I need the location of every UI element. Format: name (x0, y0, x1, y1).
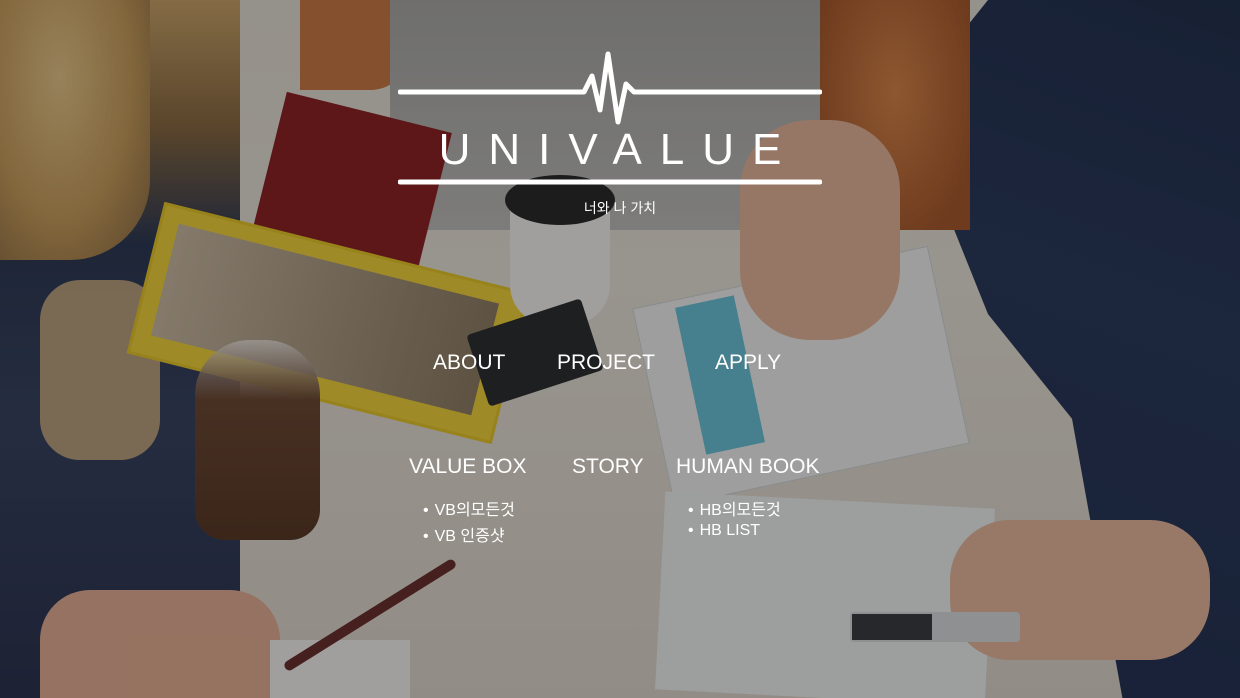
bullet-icon: • (423, 502, 429, 519)
vb-photo-link[interactable]: • VB 인증샷 (423, 522, 505, 546)
hb-all-link[interactable]: • HB의모든것 (688, 496, 781, 520)
logo-title: UNIVALUE (438, 125, 800, 174)
nav-value-box[interactable]: VALUE BOX (409, 455, 527, 479)
hb-all-label: HB의모든것 (699, 502, 781, 519)
bullet-icon: • (423, 528, 429, 545)
vb-photo-label: VB 인증샷 (434, 528, 505, 545)
univalue-logo[interactable]: UNIVALUE (398, 48, 822, 198)
nav-about[interactable]: ABOUT (433, 351, 505, 375)
bullet-icon: • (688, 522, 694, 539)
hb-list-link[interactable]: • HB LIST (688, 522, 760, 540)
slogan: 너와 나 가치 (583, 200, 657, 216)
nav-story[interactable]: STORY (572, 455, 644, 479)
vb-all-link[interactable]: • VB의모든것 (423, 496, 515, 520)
nav-project[interactable]: PROJECT (557, 351, 655, 375)
hb-list-label: HB LIST (699, 522, 761, 539)
bullet-icon: • (688, 502, 694, 519)
nav-apply[interactable]: APPLY (715, 351, 781, 375)
nav-human-book[interactable]: HUMAN BOOK (676, 455, 820, 479)
vb-all-label: VB의모든것 (434, 502, 515, 519)
